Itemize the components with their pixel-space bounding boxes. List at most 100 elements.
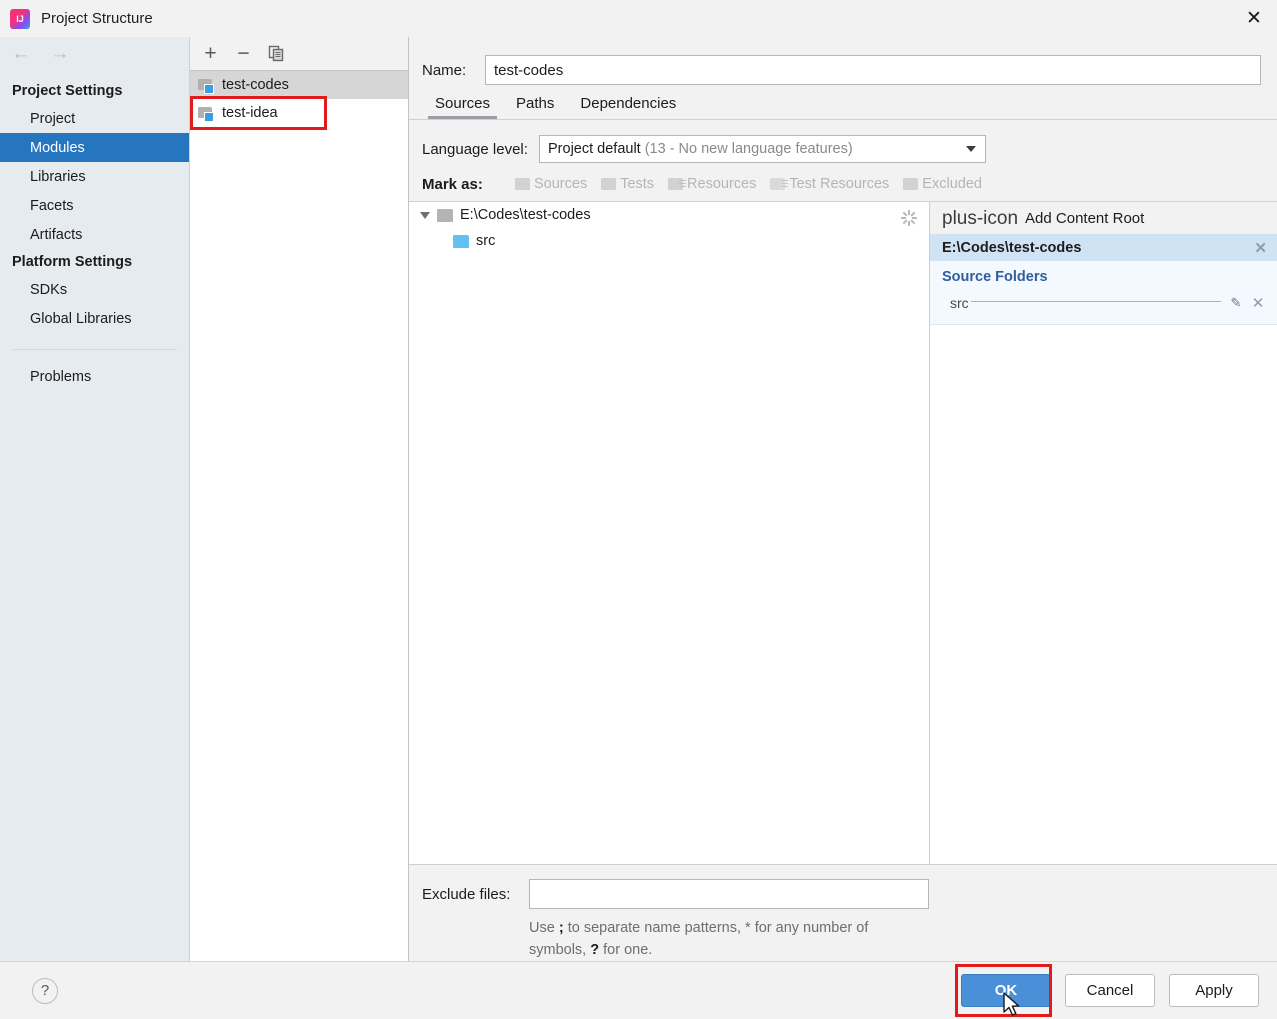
sidebar-item-problems[interactable]: Problems bbox=[0, 362, 189, 391]
mark-as-label: Mark as: bbox=[422, 176, 515, 193]
mark-as-resources-label: Resources bbox=[687, 176, 756, 192]
forward-arrow-icon[interactable]: → bbox=[49, 43, 71, 65]
loading-spinner-icon bbox=[901, 210, 917, 226]
language-level-row: Language level: Project default (13 - No… bbox=[409, 120, 1277, 165]
folder-resources-icon bbox=[668, 178, 683, 190]
cancel-button[interactable]: Cancel bbox=[1065, 974, 1155, 1007]
mark-as-sources-label: Sources bbox=[534, 176, 587, 192]
folder-gray-icon bbox=[437, 209, 453, 222]
sidebar-group-project-settings: Project Settings bbox=[0, 78, 189, 104]
settings-sidebar: ← → Project Settings Project Modules Lib… bbox=[0, 37, 190, 961]
source-folder-name: src bbox=[950, 295, 969, 311]
source-folder-underline bbox=[971, 301, 1221, 302]
folder-sources-icon bbox=[515, 178, 530, 190]
exclude-files-input[interactable] bbox=[529, 879, 929, 909]
tree-row-label: src bbox=[476, 233, 495, 249]
tree-row-content-root[interactable]: E:\Codes\test-codes bbox=[409, 202, 929, 228]
mark-as-sources[interactable]: Sources bbox=[515, 176, 587, 192]
module-list: test-codes test-idea bbox=[190, 70, 408, 961]
project-structure-dialog: Project Structure ✕ ← → Project Settings… bbox=[0, 0, 1277, 1019]
dialog-body: ← → Project Settings Project Modules Lib… bbox=[0, 37, 1277, 961]
module-item-test-idea[interactable]: test-idea bbox=[190, 99, 408, 127]
remove-content-root-icon[interactable]: ✕ bbox=[1254, 239, 1267, 257]
module-tabs: Sources Paths Dependencies bbox=[409, 89, 1277, 120]
help-icon[interactable]: ? bbox=[32, 978, 58, 1004]
chevron-down-icon bbox=[966, 146, 976, 152]
copy-module-icon[interactable] bbox=[264, 41, 289, 66]
module-toolbar: + − bbox=[190, 37, 408, 70]
mark-as-resources[interactable]: Resources bbox=[668, 176, 756, 192]
dialog-footer: ? OK Cancel Apply bbox=[0, 961, 1277, 1019]
exclude-hint-part2: to separate name patterns, * for any num… bbox=[529, 920, 868, 958]
ok-button[interactable]: OK bbox=[961, 974, 1051, 1007]
mark-as-tests[interactable]: Tests bbox=[601, 176, 654, 192]
sidebar-group-platform-settings: Platform Settings bbox=[0, 249, 189, 275]
exclude-files-area: Exclude files: Use ; to separate name pa… bbox=[409, 864, 1277, 961]
sidebar-item-modules[interactable]: Modules bbox=[0, 133, 189, 162]
source-folder-row[interactable]: src ✎ ✕ bbox=[930, 291, 1277, 314]
tab-paths[interactable]: Paths bbox=[503, 95, 567, 119]
module-item-test-codes[interactable]: test-codes bbox=[190, 71, 408, 99]
mark-as-row: Mark as: Sources Tests Resources Test Re… bbox=[409, 165, 1277, 201]
content-split: E:\Codes\test-codes src bbox=[409, 201, 1277, 864]
add-content-root-label: Add Content Root bbox=[1025, 210, 1144, 227]
title-bar: Project Structure ✕ bbox=[0, 0, 1277, 37]
apply-button[interactable]: Apply bbox=[1169, 974, 1259, 1007]
source-folders-title: Source Folders bbox=[930, 267, 1277, 291]
close-icon[interactable]: ✕ bbox=[1231, 0, 1277, 37]
window-title: Project Structure bbox=[41, 10, 153, 27]
language-level-detail: (13 - No new language features) bbox=[645, 141, 853, 157]
sidebar-list: Project Settings Project Modules Librari… bbox=[0, 70, 189, 391]
module-name-label: Name: bbox=[422, 62, 485, 79]
tree-row-label: E:\Codes\test-codes bbox=[460, 207, 591, 223]
exclude-files-row: Exclude files: bbox=[422, 879, 1261, 909]
exclude-files-label: Exclude files: bbox=[422, 886, 529, 903]
mark-as-tests-label: Tests bbox=[620, 176, 654, 192]
module-editor-main: Name: Sources Paths Dependencies Languag… bbox=[409, 37, 1277, 961]
sidebar-item-artifacts[interactable]: Artifacts bbox=[0, 220, 189, 249]
add-content-root-button[interactable]: plus-icon Add Content Root bbox=[930, 202, 1277, 234]
exclude-files-hint: Use ; to separate name patterns, * for a… bbox=[422, 909, 922, 961]
back-arrow-icon[interactable]: ← bbox=[10, 43, 32, 65]
mark-as-test-resources[interactable]: Test Resources bbox=[770, 176, 889, 192]
folder-tests-icon bbox=[601, 178, 616, 190]
remove-source-folder-icon[interactable]: ✕ bbox=[1249, 294, 1267, 312]
language-level-label: Language level: bbox=[422, 141, 539, 158]
tree-row-src[interactable]: src bbox=[409, 228, 929, 254]
sidebar-item-libraries[interactable]: Libraries bbox=[0, 162, 189, 191]
tab-dependencies[interactable]: Dependencies bbox=[567, 95, 689, 119]
ok-button-wrap: OK bbox=[947, 974, 1051, 1007]
module-item-label: test-idea bbox=[222, 105, 278, 121]
exclude-hint-part3: for one. bbox=[599, 942, 652, 958]
content-root-tree: E:\Codes\test-codes src bbox=[409, 202, 930, 864]
expand-toggle-icon[interactable] bbox=[417, 212, 433, 219]
intellij-idea-icon bbox=[10, 9, 30, 29]
module-list-panel: + − test-codes bbox=[190, 37, 409, 961]
source-folders-section: Source Folders src ✎ ✕ bbox=[930, 261, 1277, 325]
language-level-select[interactable]: Project default (13 - No new language fe… bbox=[539, 135, 986, 163]
sidebar-item-project[interactable]: Project bbox=[0, 104, 189, 133]
sidebar-divider bbox=[12, 349, 177, 350]
mark-as-excluded[interactable]: Excluded bbox=[903, 176, 982, 192]
sidebar-nav-arrows: ← → bbox=[0, 37, 189, 70]
sidebar-item-sdks[interactable]: SDKs bbox=[0, 275, 189, 304]
tab-sources[interactable]: Sources bbox=[422, 95, 503, 119]
exclude-hint-part1: Use bbox=[529, 920, 559, 936]
sidebar-item-global-libraries[interactable]: Global Libraries bbox=[0, 304, 189, 333]
plus-icon: plus-icon bbox=[942, 209, 1018, 228]
pencil-icon[interactable]: ✎ bbox=[1227, 295, 1245, 311]
folder-excluded-icon bbox=[903, 178, 918, 190]
language-level-value: Project default bbox=[548, 141, 641, 157]
module-item-label: test-codes bbox=[222, 77, 289, 93]
module-name-input[interactable] bbox=[485, 55, 1261, 85]
exclude-hint-question: ? bbox=[590, 942, 599, 958]
content-root-path: E:\Codes\test-codes bbox=[942, 240, 1081, 256]
folder-blue-icon bbox=[453, 235, 469, 248]
remove-module-icon[interactable]: − bbox=[231, 41, 256, 66]
module-folder-icon bbox=[198, 78, 214, 92]
content-roots-panel: plus-icon Add Content Root E:\Codes\test… bbox=[930, 202, 1277, 864]
add-module-icon[interactable]: + bbox=[198, 41, 223, 66]
mark-as-test-resources-label: Test Resources bbox=[789, 176, 889, 192]
sidebar-item-facets[interactable]: Facets bbox=[0, 191, 189, 220]
folder-test-resources-icon bbox=[770, 178, 785, 190]
